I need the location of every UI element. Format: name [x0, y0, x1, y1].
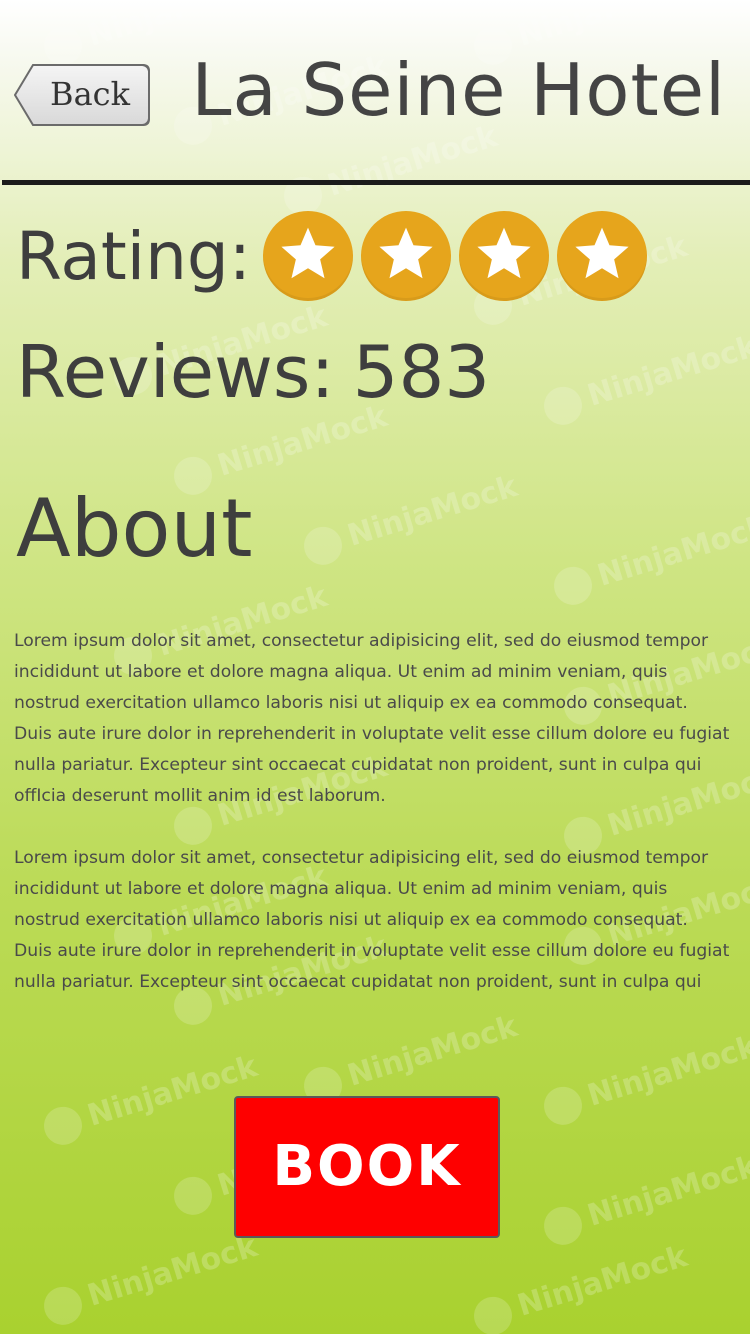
star-rating [263, 211, 655, 301]
star-icon [361, 211, 452, 301]
star-icon [459, 211, 550, 301]
header: Back La Seine Hotel [0, 0, 750, 186]
star-icon [557, 211, 648, 301]
reviews-label: Reviews: [16, 330, 335, 414]
rating-label: Rating: [16, 217, 252, 295]
watermark: NinjaMock [539, 328, 750, 430]
watermark: NinjaMock [549, 508, 750, 610]
header-divider [2, 180, 750, 185]
watermark: NinjaMock [539, 1028, 750, 1130]
watermark: NinjaMock [539, 1148, 750, 1250]
watermark: NinjaMock [469, 1238, 692, 1334]
reviews-count: 583 [352, 330, 491, 414]
page-title: La Seine Hotel [191, 48, 726, 132]
about-paragraph: Lorem ipsum dolor sit amet, consectetur … [14, 631, 730, 806]
watermark: NinjaMock [39, 1228, 262, 1330]
about-paragraph: Lorem ipsum dolor sit amet, consectetur … [14, 848, 730, 992]
about-text: Lorem ipsum dolor sit amet, consectetur … [14, 626, 730, 1029]
book-button[interactable]: BOOK [234, 1096, 500, 1238]
rating-row: Rating: [16, 208, 655, 304]
reviews: Reviews: 583 [16, 330, 490, 414]
watermark: NinjaMock [299, 468, 522, 570]
star-icon [263, 211, 354, 301]
watermark: NinjaMock [39, 1048, 262, 1150]
back-button-label[interactable]: Back [14, 64, 150, 126]
about-heading: About [16, 482, 253, 575]
